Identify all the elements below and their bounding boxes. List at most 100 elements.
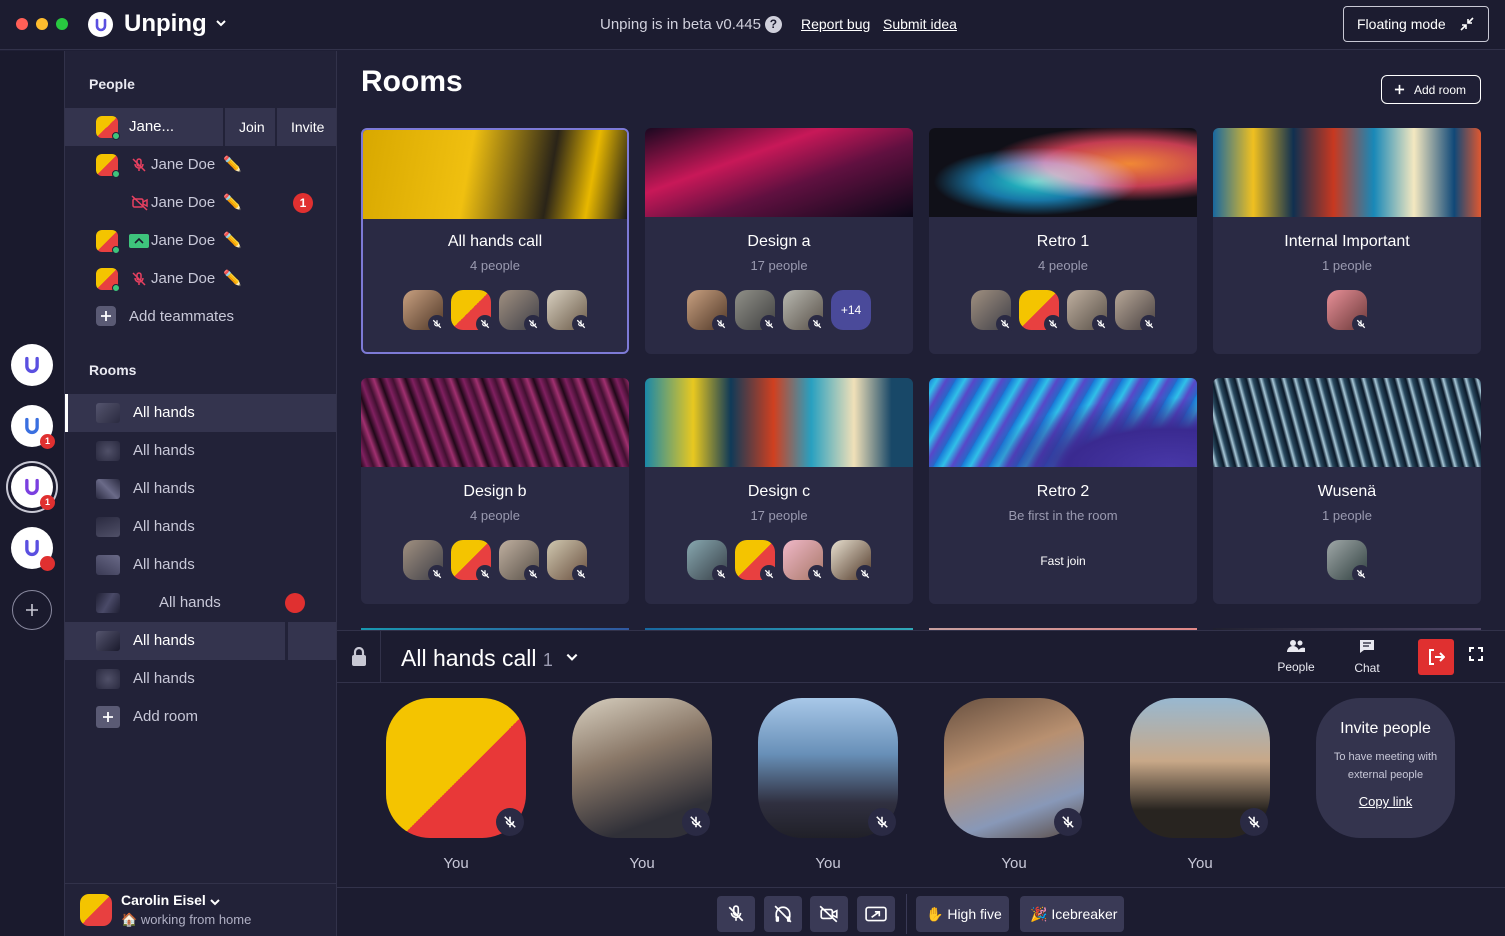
- notification-badge: 1: [40, 495, 55, 510]
- add-room-button[interactable]: Add room: [1381, 75, 1481, 104]
- mic-off-icon: [1240, 808, 1268, 836]
- current-user[interactable]: Carolin Eisel 🏠 working from home: [65, 883, 336, 936]
- room-card-retro-2[interactable]: Retro 2 Be first in the room Fast join: [929, 378, 1197, 604]
- unread-dot: [40, 556, 55, 571]
- sidebar-room-item[interactable]: All hands: [65, 546, 336, 584]
- active-call-panel: All hands call 1 People Chat You You You…: [337, 630, 1505, 936]
- participant-avatar: [783, 290, 826, 333]
- people-item[interactable]: Jane Doe ✏️: [65, 260, 336, 298]
- copy-link-button[interactable]: Copy link: [1316, 794, 1455, 809]
- people-item[interactable]: Jane Doe ✏️: [65, 146, 336, 184]
- submit-idea-link[interactable]: Submit idea: [883, 16, 957, 32]
- divider: [337, 887, 1505, 888]
- participant-name: You: [1001, 855, 1027, 872]
- unping-logo-icon: [25, 539, 39, 557]
- room-card-design-c[interactable]: Design c 17 people: [645, 378, 913, 604]
- share-screen-button[interactable]: [857, 896, 895, 932]
- user-status[interactable]: 🏠 working from home: [121, 912, 251, 928]
- room-thumbnail: [96, 517, 120, 537]
- mic-off-icon: [572, 565, 590, 583]
- people-section-title: People: [89, 76, 135, 92]
- room-card-wusena[interactable]: Wusenä 1 people: [1213, 378, 1481, 604]
- high-five-button[interactable]: ✋ High five: [916, 896, 1009, 932]
- fullscreen-button[interactable]: [1469, 647, 1489, 667]
- user-status-text: working from home: [140, 912, 252, 927]
- room-card-internal-important[interactable]: Internal Important 1 people: [1213, 128, 1481, 354]
- room-card-design-b[interactable]: Design b 4 people: [361, 378, 629, 604]
- floating-mode-button[interactable]: Floating mode: [1343, 6, 1489, 42]
- chat-tab-button[interactable]: Chat: [1345, 639, 1389, 677]
- add-workspace-button[interactable]: [12, 590, 52, 630]
- participant-avatar: [451, 290, 494, 333]
- toggle-mic-button[interactable]: [717, 896, 755, 932]
- add-room-label: Add room: [133, 708, 199, 725]
- add-teammates-label: Add teammates: [129, 308, 235, 325]
- room-card-design-a[interactable]: Design a 17 people +14: [645, 128, 913, 354]
- people-tab-button[interactable]: People: [1272, 639, 1320, 677]
- sidebar-room-item[interactable]: All hands: [65, 508, 336, 546]
- participant-video-tile[interactable]: [1130, 698, 1270, 838]
- app-name-menu[interactable]: Unping: [124, 10, 227, 38]
- room-cover-image: [1213, 378, 1481, 467]
- room-card-all-hands-call[interactable]: All hands call 4 people: [361, 128, 629, 354]
- sidebar-room-item-active[interactable]: All hands: [65, 394, 336, 432]
- people-item[interactable]: Jane Doe ✏️ 1: [65, 184, 336, 222]
- rooms-panel: Rooms Add room All hands call 4 people D…: [337, 51, 1505, 631]
- mic-off-icon: [496, 808, 524, 836]
- leave-call-button[interactable]: [1418, 639, 1454, 675]
- report-bug-link[interactable]: Report bug: [801, 16, 870, 32]
- participant-avatar: [831, 540, 874, 583]
- join-button[interactable]: Join: [223, 108, 275, 146]
- workspace-2[interactable]: 1: [11, 405, 55, 449]
- room-card-retro-1[interactable]: Retro 1 4 people: [929, 128, 1197, 354]
- participant-avatar: [1115, 290, 1158, 333]
- people-item[interactable]: Jane Doe ✏️: [65, 222, 336, 260]
- mic-off-icon: [808, 315, 826, 333]
- minimize-window-button[interactable]: [36, 18, 48, 30]
- workspace-3-active[interactable]: 1: [11, 466, 55, 510]
- people-item-jane-active[interactable]: Jane... Join Invite: [65, 108, 336, 146]
- room-thumbnail: [96, 555, 120, 575]
- toggle-headphones-button[interactable]: [764, 896, 802, 932]
- lock-room-button[interactable]: [337, 631, 381, 683]
- sidebar-room-item-hover[interactable]: All hands: [65, 622, 336, 660]
- add-room-sidebar-button[interactable]: Add room: [65, 698, 336, 736]
- workspace-unping[interactable]: [11, 344, 53, 386]
- room-cover-image: [929, 128, 1197, 217]
- sidebar-room-item[interactable]: All hands: [65, 470, 336, 508]
- icebreaker-button[interactable]: 🎉 Icebreaker: [1020, 896, 1124, 932]
- call-title-menu[interactable]: All hands call 1: [401, 645, 579, 672]
- sidebar-room-item[interactable]: All hands: [65, 660, 336, 698]
- add-teammates-button[interactable]: Add teammates: [65, 298, 336, 336]
- participant-video-tile[interactable]: [944, 698, 1084, 838]
- floating-mode-label: Floating mode: [1357, 16, 1446, 32]
- room-cover-image: [929, 378, 1197, 467]
- invite-button[interactable]: Invite: [275, 108, 336, 146]
- more-participants-count: +14: [831, 290, 871, 330]
- party-popper-icon: 🎉: [1030, 906, 1048, 922]
- room-name: Design a: [747, 233, 811, 250]
- participant-name: You: [1187, 855, 1213, 872]
- participant-avatar: [735, 540, 778, 583]
- page-title: Rooms: [361, 65, 463, 98]
- unping-logo-icon: [25, 417, 39, 435]
- close-window-button[interactable]: [16, 18, 28, 30]
- room-participants: [1213, 540, 1481, 583]
- help-icon[interactable]: ?: [764, 16, 782, 33]
- room-name: All hands: [133, 556, 195, 573]
- icebreaker-label: Icebreaker: [1051, 906, 1118, 922]
- room-participants: +14: [645, 290, 913, 333]
- toggle-camera-button[interactable]: [810, 896, 848, 932]
- house-emoji-icon: 🏠: [121, 912, 138, 927]
- participant-video-tile[interactable]: [386, 698, 526, 838]
- maximize-window-button[interactable]: [56, 18, 68, 30]
- sidebar-room-item[interactable]: All hands: [65, 432, 336, 470]
- room-name: All hands: [133, 404, 195, 421]
- fast-join-button[interactable]: Fast join: [929, 554, 1197, 568]
- sidebar-room-item[interactable]: All hands: [65, 584, 336, 622]
- mic-off-icon: [1352, 565, 1370, 583]
- participant-video-tile[interactable]: [572, 698, 712, 838]
- participant-video-tile[interactable]: [758, 698, 898, 838]
- workspace-4[interactable]: [11, 527, 55, 571]
- room-thumbnail: [96, 403, 120, 423]
